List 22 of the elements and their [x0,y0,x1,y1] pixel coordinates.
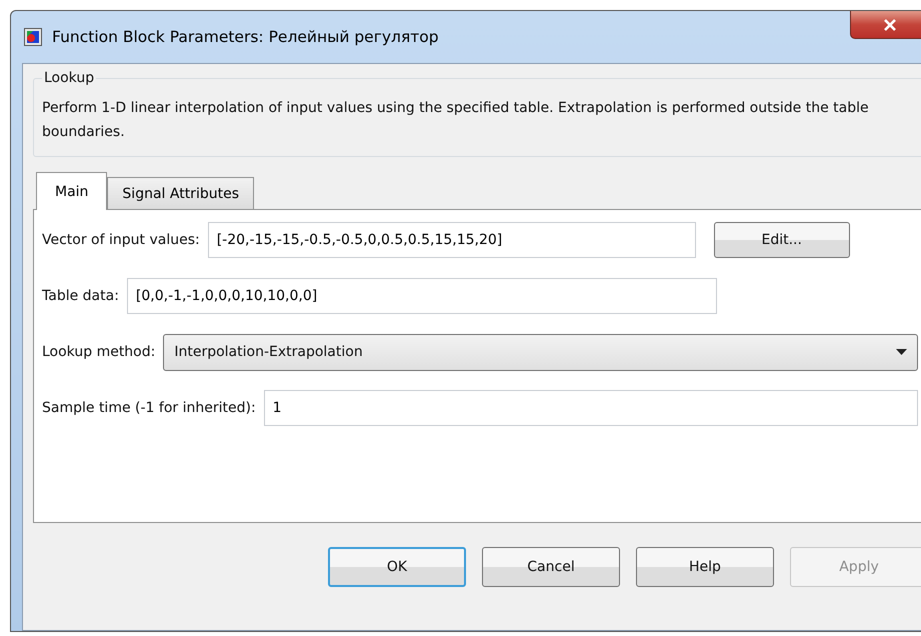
field-label: Sample time (-1 for inherited): [42,400,256,416]
input-field[interactable]: [0,0,-1,-1,0,0,0,10,10,0,0] [126,278,717,314]
dropdown[interactable]: Interpolation-Extrapolation [163,334,918,370]
window-title: Function Block Parameters: Релейный регулятор [52,28,439,46]
field-label: Table data: [42,288,119,304]
description-text: Perform 1-D linear interpolation of input values using the specified table. Extrapolation is performed outside the table boundaries. [42,99,870,142]
input-field[interactable]: [-20,-15,-15,-0.5,-0.5,0,0.5,0.5,15,15,20] [208,222,696,258]
dropdown-value: Interpolation-Extrapolation [174,344,363,360]
tab[interactable]: Signal Attributes [107,177,254,209]
input-field[interactable]: 1 [264,390,918,426]
group-title: Lookup [43,70,96,86]
field-label: Lookup method: [42,344,156,360]
tab[interactable]: Main [36,172,108,210]
block-diagram-icon [24,28,42,46]
close-button[interactable] [850,11,921,39]
dialog-button[interactable]: Cancel [482,547,620,587]
dialog-button[interactable]: Help [636,547,774,587]
caret-icon [896,349,907,355]
edit-button[interactable]: Edit... [714,222,850,258]
dialog-button[interactable]: OK [328,547,466,587]
close-icon [883,18,897,30]
field-label: Vector of input values: [42,232,200,248]
